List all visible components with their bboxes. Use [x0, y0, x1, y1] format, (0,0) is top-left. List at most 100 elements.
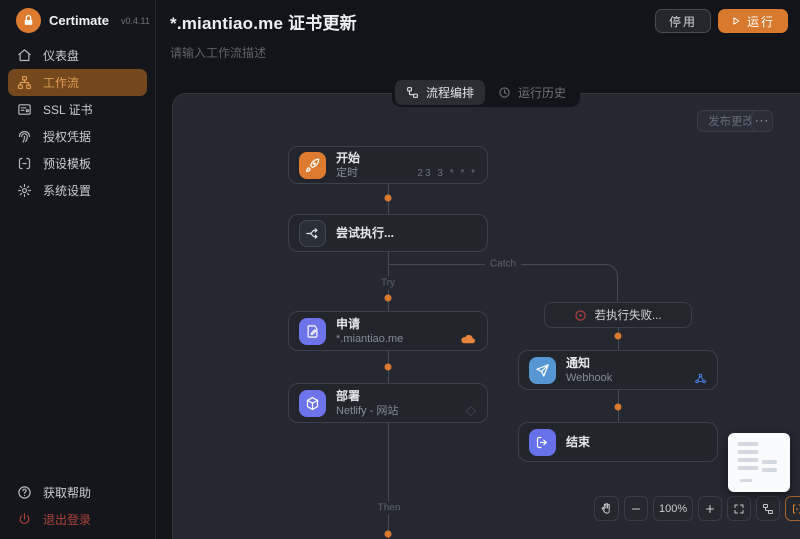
credential-icon — [17, 129, 32, 144]
tab-flow-editor[interactable]: 流程编排 — [394, 80, 485, 105]
node-on-failure[interactable]: 若执行失败... — [544, 302, 692, 328]
workflow-icon — [17, 75, 32, 90]
add-node-dot[interactable] — [614, 403, 622, 411]
minimap-node — [740, 479, 752, 482]
sidebar-item-logout[interactable]: 退出登录 — [8, 506, 147, 533]
workflow-description-field[interactable]: 请输入工作流描述 — [170, 44, 266, 61]
auto-layout-button[interactable] — [756, 496, 781, 521]
lock-icon — [16, 7, 41, 33]
fit-view-button[interactable] — [727, 496, 752, 521]
sidebar-item-credentials[interactable]: 授权凭据 — [8, 123, 147, 150]
workflow-canvas[interactable]: Try Catch Then 开始 定时 23 3 * * * 尝试执行... — [172, 93, 800, 539]
node-end[interactable]: 结束 — [518, 422, 718, 462]
node-title: 若执行失败... — [594, 310, 662, 322]
tab-run-history[interactable]: 运行历史 — [487, 80, 577, 105]
sidebar-item-label: 预设模板 — [43, 157, 92, 171]
header-actions: 停用 运行 — [654, 9, 788, 33]
flow-editor-icon — [406, 86, 419, 99]
node-apply[interactable]: 申请 *.miantiao.me — [288, 311, 488, 351]
canvas-toolbar: 100% — [594, 496, 800, 521]
app-logo[interactable]: Certimate v0.4.11 — [0, 0, 155, 34]
minimap[interactable] — [728, 433, 790, 492]
package-icon — [299, 389, 326, 417]
webhook-icon — [694, 372, 707, 385]
dashboard-icon — [17, 48, 32, 63]
sidebar-nav: 仪表盘 工作流 SSL 证书 授权凭据 预设模板 系统设置 — [0, 34, 155, 204]
node-title: 尝试执行... — [336, 225, 395, 240]
history-icon — [498, 86, 511, 99]
sidebar-item-label: 系统设置 — [43, 184, 92, 198]
sidebar-item-label: 退出登录 — [43, 513, 92, 527]
exit-icon — [529, 428, 556, 456]
sidebar-item-dashboard[interactable]: 仪表盘 — [8, 42, 147, 69]
app-version: v0.4.11 — [120, 16, 150, 26]
settings-icon — [17, 183, 32, 198]
minimap-node — [738, 458, 758, 462]
connector-line — [388, 423, 389, 539]
tab-group: 流程编排 运行历史 — [391, 78, 581, 107]
tabs-bar: 流程编排 运行历史 — [172, 78, 800, 107]
node-notify[interactable]: 通知 Webhook — [518, 350, 718, 390]
add-node-dot[interactable] — [614, 332, 622, 340]
branch-split-icon — [299, 219, 326, 247]
zoom-level-button[interactable]: 100% — [653, 496, 694, 521]
minus-icon — [630, 503, 642, 515]
rocket-icon — [299, 151, 326, 179]
minimap-toggle-button[interactable] — [785, 496, 800, 521]
cron-expression: 23 3 * * * — [417, 167, 477, 179]
node-title: 结束 — [566, 434, 591, 449]
add-node-dot[interactable] — [384, 194, 392, 202]
node-title: 部署 — [336, 388, 361, 403]
node-try-block[interactable]: 尝试执行... — [288, 214, 488, 252]
sidebar-footer: 获取帮助 退出登录 — [0, 479, 155, 533]
sidebar-item-settings[interactable]: 系统设置 — [8, 177, 147, 204]
branch-label-try: Try — [375, 276, 401, 290]
minimap-node — [762, 460, 777, 464]
run-button-label: 运行 — [746, 14, 775, 29]
help-icon — [17, 485, 32, 500]
auto-layout-icon — [762, 503, 774, 515]
logout-icon — [17, 512, 32, 527]
template-icon — [17, 156, 32, 171]
sidebar-item-workflows[interactable]: 工作流 — [8, 69, 147, 96]
add-node-dot[interactable] — [384, 530, 392, 538]
zoom-out-button[interactable] — [624, 496, 648, 521]
minimap-node — [738, 466, 758, 470]
send-icon — [529, 356, 556, 384]
node-start[interactable]: 开始 定时 23 3 * * * — [288, 146, 488, 184]
failure-target-icon — [574, 309, 587, 322]
disable-button[interactable]: 停用 — [654, 9, 711, 33]
sidebar-item-label: 获取帮助 — [43, 486, 92, 500]
more-options-button[interactable]: ··· — [751, 110, 773, 132]
run-button[interactable]: 运行 — [717, 9, 788, 33]
minimap-node — [762, 468, 777, 472]
node-title: 申请 — [336, 316, 361, 331]
zoom-in-button[interactable] — [698, 496, 723, 521]
certificate-request-icon — [299, 317, 326, 345]
node-subtitle: Netlify - 网站 — [336, 404, 399, 417]
add-node-dot[interactable] — [384, 294, 392, 302]
netlify-icon — [465, 405, 477, 417]
minimap-icon — [791, 503, 800, 515]
app-name: Certimate — [49, 12, 109, 28]
sidebar-item-ssl-certificates[interactable]: SSL 证书 — [8, 96, 147, 123]
minimap-node — [738, 442, 758, 446]
sidebar-item-templates[interactable]: 预设模板 — [8, 150, 147, 177]
sidebar-item-label: 仪表盘 — [43, 49, 80, 63]
sidebar: Certimate v0.4.11 仪表盘 工作流 SSL 证书 授权凭据 预设… — [0, 0, 156, 539]
hand-icon — [600, 502, 613, 515]
fit-view-icon — [733, 503, 745, 515]
certificate-icon — [17, 102, 32, 117]
node-deploy[interactable]: 部署 Netlify - 网站 — [288, 383, 488, 423]
add-node-dot[interactable] — [384, 363, 392, 371]
sidebar-item-label: 授权凭据 — [43, 130, 92, 144]
branch-label-catch: Catch — [484, 257, 522, 271]
play-icon — [731, 16, 741, 26]
sidebar-item-help[interactable]: 获取帮助 — [8, 479, 147, 506]
node-subtitle: *.miantiao.me — [336, 332, 404, 345]
cloudflare-icon — [460, 333, 477, 345]
page-title: *.miantiao.me 证书更新 — [170, 14, 357, 33]
pan-tool-button[interactable] — [594, 496, 619, 521]
tab-label: 流程编排 — [425, 86, 474, 100]
node-title: 开始 — [336, 150, 361, 165]
